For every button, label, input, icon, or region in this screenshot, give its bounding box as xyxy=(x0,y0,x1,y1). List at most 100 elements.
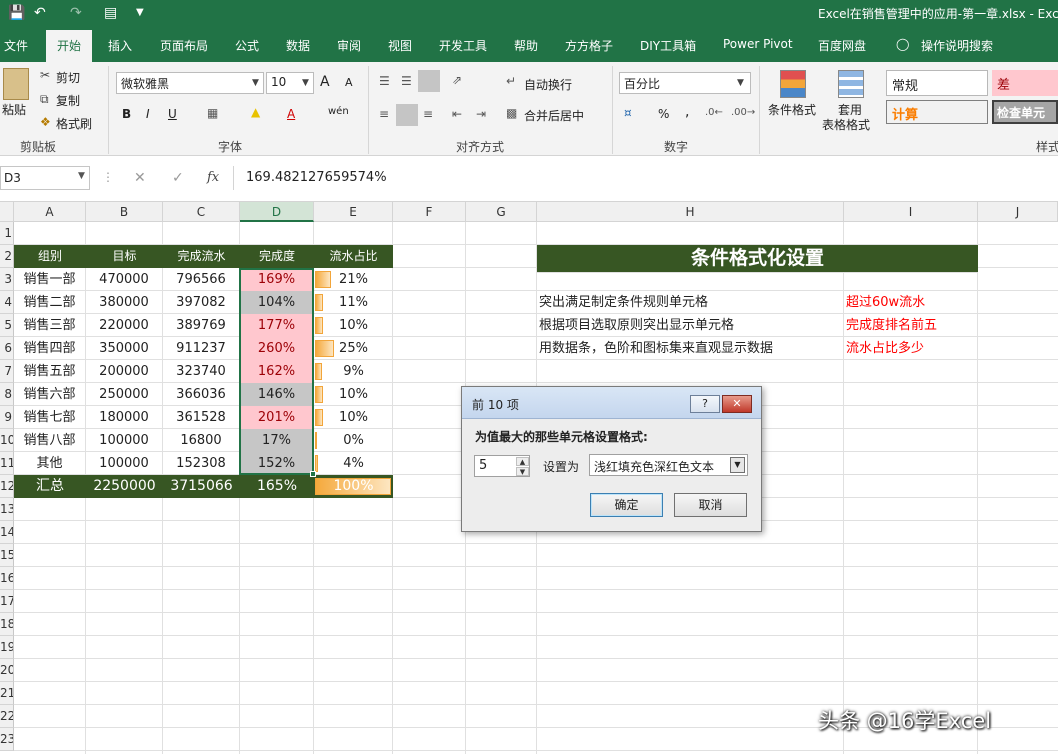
table-cell-flow[interactable]: 389769 xyxy=(163,314,239,337)
tab-data[interactable]: 数据 xyxy=(286,37,310,54)
row-header-22[interactable]: 22 xyxy=(0,705,14,728)
enter-icon[interactable]: ✓ xyxy=(172,170,184,186)
undo-icon[interactable]: ↶ xyxy=(34,4,46,22)
spin-up-icon[interactable]: ▲ xyxy=(516,457,529,466)
ok-button[interactable]: 确定 xyxy=(590,493,663,517)
tab-baidu[interactable]: 百度网盘 xyxy=(818,37,866,54)
table-cell-target[interactable]: 180000 xyxy=(86,406,162,429)
row-header-19[interactable]: 19 xyxy=(0,636,14,659)
table-cell-target[interactable]: 200000 xyxy=(86,360,162,383)
table-cell-rate[interactable]: 162% xyxy=(240,360,313,383)
help-button[interactable]: ? xyxy=(690,395,720,413)
tab-page-layout[interactable]: 页面布局 xyxy=(160,37,208,54)
number-format-select[interactable]: 百分比 xyxy=(619,72,751,94)
table-cell-flow[interactable]: 152308 xyxy=(163,452,239,475)
grow-font-button[interactable]: A xyxy=(320,74,330,90)
decrease-decimal-icon[interactable]: .00→ xyxy=(731,107,755,118)
info-rule-text[interactable]: 用数据条，色阶和图标集来直观显示数据 xyxy=(539,337,839,360)
row-header-17[interactable]: 17 xyxy=(0,590,14,613)
column-header-a[interactable]: A xyxy=(14,202,86,222)
font-name-select[interactable]: 微软雅黑 xyxy=(116,72,264,94)
formula-input[interactable]: 169.482127659574% xyxy=(236,166,1058,190)
paste-icon[interactable] xyxy=(3,68,29,100)
row-header-15[interactable]: 15 xyxy=(0,544,14,567)
align-middle-icon[interactable]: ☰ xyxy=(401,74,412,88)
table-cell-group[interactable]: 销售三部 xyxy=(14,314,85,337)
phonetic-button[interactable]: wén xyxy=(328,106,349,117)
table-cell-group[interactable]: 销售五部 xyxy=(14,360,85,383)
spin-down-icon[interactable]: ▼ xyxy=(516,467,529,476)
function-icon[interactable]: fx xyxy=(207,170,219,185)
column-header-g[interactable]: G xyxy=(466,202,537,222)
total-cell-rate[interactable]: 165% xyxy=(240,475,314,498)
decrease-indent-icon[interactable]: ⇤ xyxy=(452,107,462,121)
column-header-c[interactable]: C xyxy=(163,202,240,222)
table-cell-rate[interactable]: 17% xyxy=(240,429,313,452)
row-header-12[interactable]: 12 xyxy=(0,475,14,498)
row-header-23[interactable]: 23 xyxy=(0,728,14,751)
column-header-i[interactable]: I xyxy=(844,202,978,222)
align-bottom-icon[interactable] xyxy=(418,70,440,92)
border-icon[interactable]: ▦ xyxy=(207,106,218,120)
currency-icon[interactable]: ¤ xyxy=(624,106,632,120)
increase-indent-icon[interactable]: ⇥ xyxy=(476,107,486,121)
style-bad[interactable]: 差 xyxy=(992,70,1058,96)
increase-decimal-icon[interactable]: .0← xyxy=(705,107,723,118)
tab-formulas[interactable]: 公式 xyxy=(235,37,259,54)
tab-file[interactable]: 文件 xyxy=(4,37,28,54)
row-header-21[interactable]: 21 xyxy=(0,682,14,705)
font-color-icon[interactable]: A xyxy=(287,107,295,121)
close-button[interactable]: ✕ xyxy=(722,395,752,413)
table-header-cell[interactable]: 组别 xyxy=(14,245,86,268)
table-cell-rate[interactable]: 152% xyxy=(240,452,313,475)
table-cell-group[interactable]: 销售七部 xyxy=(14,406,85,429)
table-cell-share[interactable]: 10% xyxy=(314,383,393,406)
cancel-button[interactable]: 取消 xyxy=(674,493,747,517)
style-normal[interactable]: 常规 xyxy=(886,70,988,96)
info-rule-text[interactable]: 根据项目选取原则突出显示单元格 xyxy=(539,314,839,337)
save-icon[interactable]: 💾 xyxy=(8,4,25,22)
table-cell-flow[interactable]: 397082 xyxy=(163,291,239,314)
table-cell-target[interactable]: 380000 xyxy=(86,291,162,314)
fill-color-icon[interactable]: ▲ xyxy=(251,105,260,119)
table-header-cell[interactable]: 完成流水 xyxy=(163,245,240,268)
column-header-h[interactable]: H xyxy=(537,202,844,222)
table-cell-group[interactable]: 销售八部 xyxy=(14,429,85,452)
row-header-16[interactable]: 16 xyxy=(0,567,14,590)
tab-developer[interactable]: 开发工具 xyxy=(439,37,487,54)
table-cell-group[interactable]: 销售六部 xyxy=(14,383,85,406)
align-left-icon[interactable]: ≡ xyxy=(379,107,389,121)
table-cell-rate[interactable]: 177% xyxy=(240,314,313,337)
copy-button[interactable]: 复制 xyxy=(56,92,80,109)
table-cell-share[interactable]: 0% xyxy=(314,429,393,452)
row-header-13[interactable]: 13 xyxy=(0,498,14,521)
column-header-d[interactable]: D xyxy=(240,202,314,222)
table-cell-group[interactable]: 其他 xyxy=(14,452,85,475)
format-select[interactable]: 浅红填充色深红色文本 xyxy=(589,454,748,476)
tab-review[interactable]: 审阅 xyxy=(337,37,361,54)
column-header-j[interactable]: J xyxy=(978,202,1058,222)
column-header-f[interactable]: F xyxy=(393,202,466,222)
row-header-11[interactable]: 11 xyxy=(0,452,14,475)
row-header-20[interactable]: 20 xyxy=(0,659,14,682)
tab-home[interactable]: 开始 xyxy=(46,30,93,62)
row-header-1[interactable]: 1 xyxy=(0,222,14,245)
align-right-icon[interactable]: ≡ xyxy=(423,107,433,121)
table-cell-share[interactable]: 11% xyxy=(314,291,393,314)
table-cell-share[interactable]: 10% xyxy=(314,314,393,337)
bold-button[interactable]: B xyxy=(122,107,131,121)
table-cell-flow[interactable]: 323740 xyxy=(163,360,239,383)
total-cell-group[interactable]: 汇总 xyxy=(14,475,86,498)
column-header-b[interactable]: B xyxy=(86,202,163,222)
chevron-down-icon[interactable]: ▼ xyxy=(730,457,745,473)
table-format-label-2[interactable]: 表格格式 xyxy=(822,116,870,133)
table-header-cell[interactable]: 流水占比 xyxy=(314,245,393,268)
row-header-14[interactable]: 14 xyxy=(0,521,14,544)
table-cell-flow[interactable]: 796566 xyxy=(163,268,239,291)
info-rule-note[interactable]: 流水占比多少 xyxy=(846,337,976,360)
table-header-cell[interactable]: 完成度 xyxy=(240,245,314,268)
orientation-icon[interactable]: ⇗ xyxy=(452,73,462,87)
table-cell-group[interactable]: 销售四部 xyxy=(14,337,85,360)
paste-button[interactable]: 粘贴 xyxy=(2,101,26,118)
customize-toolbar-icon[interactable]: ▼ xyxy=(136,4,144,22)
